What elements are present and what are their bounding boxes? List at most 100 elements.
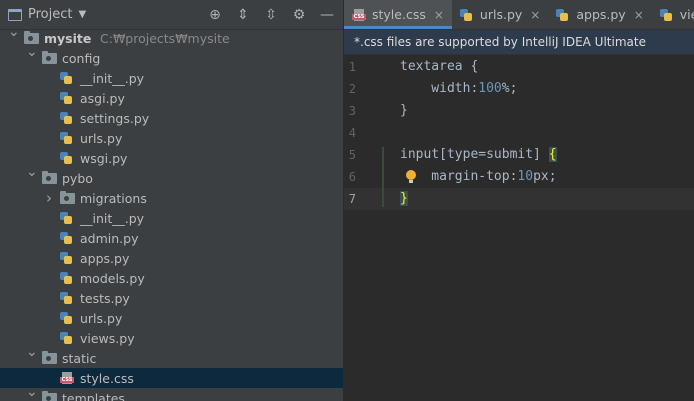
tree-item-models-py[interactable]: models.py	[0, 268, 343, 288]
code-token: }	[400, 191, 408, 206]
code-text: textarea {	[400, 56, 478, 78]
python-file-icon	[60, 272, 72, 284]
tree-item-admin-py[interactable]: admin.py	[0, 228, 343, 248]
python-file-icon	[556, 8, 570, 21]
code-token: 100	[478, 81, 502, 96]
code-line[interactable]: 5 input[type=submit] {	[344, 144, 694, 166]
tree-item-style-css[interactable]: CSS style.css	[0, 368, 343, 388]
line-number: 3	[348, 104, 356, 118]
python-logo-yellow	[64, 296, 72, 304]
line-number: 2	[348, 82, 356, 96]
python-logo-yellow	[64, 156, 72, 164]
tree-item-asgi-py[interactable]: asgi.py	[0, 88, 343, 108]
python-logo-yellow	[64, 96, 72, 104]
tree-item--init-py[interactable]: __init__.py	[0, 68, 343, 88]
tree-item-templates[interactable]: ⌄ templates	[0, 384, 343, 401]
project-tree: ⌄ mysite C:₩projects₩mysite ⌄ config __init__…	[0, 24, 343, 401]
tree-item-tests-py[interactable]: tests.py	[0, 288, 343, 308]
chevron-right-icon[interactable]: ›	[44, 189, 54, 207]
tab-urls-py[interactable]: urls.py ×	[452, 0, 548, 29]
tree-item-wsgi-py[interactable]: wsgi.py	[0, 148, 343, 168]
folder-dot	[46, 396, 51, 401]
python-logo-yellow	[560, 12, 569, 21]
chevron-down-icon[interactable]: ⌄	[8, 24, 20, 40]
tree-item-urls-py[interactable]: urls.py	[0, 308, 343, 328]
chevron-down-icon[interactable]: ⌄	[26, 344, 38, 360]
folder-icon	[42, 391, 57, 401]
tree-item-mysite[interactable]: ⌄ mysite C:₩projects₩mysite	[0, 24, 343, 48]
tree-item-label: mysite	[44, 30, 92, 46]
python-logo-yellow	[463, 12, 472, 21]
code-line[interactable]: 4	[344, 122, 694, 144]
close-icon[interactable]: ×	[634, 8, 644, 22]
tab-views-py[interactable]: views.py	[652, 0, 694, 29]
python-file-icon	[459, 8, 474, 21]
python-logo-yellow	[64, 76, 72, 84]
css-tag: CSS	[352, 13, 366, 20]
tree-item-label: models.py	[80, 270, 145, 286]
line-number: 5	[348, 148, 356, 162]
tree-item-apps-py[interactable]: apps.py	[0, 248, 343, 268]
code-token: %;	[501, 81, 518, 96]
code-text: input[type=submit] {	[400, 144, 557, 166]
tree-item-label: wsgi.py	[80, 150, 128, 166]
tree-item-label: pybo	[62, 170, 93, 186]
line-number: 7	[348, 192, 356, 206]
code-line[interactable]: 1 textarea {	[344, 56, 694, 78]
python-file-icon	[60, 132, 72, 144]
chevron-down-icon[interactable]: ⌄	[26, 164, 38, 180]
chevron-down-icon[interactable]: ⌄	[26, 384, 38, 400]
line-number: 4	[348, 126, 356, 140]
folder-dot	[46, 356, 51, 361]
code-token: input[type=submit]	[400, 147, 549, 162]
python-logo-yellow	[64, 136, 72, 144]
target-icon[interactable]: ⊕	[207, 7, 223, 23]
tree-item-static[interactable]: ⌄ static	[0, 344, 343, 368]
project-title[interactable]: Project	[28, 7, 72, 22]
chevron-down-icon[interactable]: ⌄	[26, 44, 38, 60]
close-icon[interactable]: ×	[530, 8, 540, 22]
code-editor[interactable]: 1 textarea {2 width:100%; 3} 4 5 input[type=s…	[344, 56, 694, 401]
code-text: margin-top:10px;	[400, 166, 557, 188]
tree-item-label: admin.py	[80, 230, 139, 246]
code-token: margin-top:	[400, 169, 518, 184]
tree-item-label: urls.py	[80, 310, 123, 326]
python-file-icon	[60, 312, 72, 324]
collapse-all-icon[interactable]: ⇳	[263, 7, 279, 23]
code-token: px;	[533, 169, 557, 184]
tree-item-pybo[interactable]: ⌄ pybo	[0, 164, 343, 188]
minimize-icon[interactable]: —	[319, 7, 335, 23]
tree-item--init-py[interactable]: __init__.py	[0, 208, 343, 228]
gear-icon[interactable]: ⚙	[291, 7, 307, 23]
close-icon[interactable]: ×	[434, 8, 444, 22]
tab-style-css[interactable]: CSS style.css ×	[344, 0, 452, 29]
python-file-icon	[60, 232, 72, 244]
code-token: width:	[400, 81, 479, 96]
folder-icon	[42, 171, 57, 184]
code-line[interactable]: 6 margin-top:10px;	[344, 166, 694, 188]
python-file-icon	[60, 212, 72, 224]
python-file-icon	[659, 8, 674, 21]
python-file-icon	[60, 112, 72, 124]
tree-item-views-py[interactable]: views.py	[0, 328, 343, 348]
css-file-icon: CSS	[60, 372, 74, 384]
tree-item-label: __init__.py	[80, 210, 145, 226]
code-line[interactable]: 2 width:100%;	[344, 78, 694, 100]
python-file-icon	[60, 252, 72, 264]
chevron-down-icon[interactable]: ▼	[78, 9, 86, 20]
folder-icon	[24, 31, 39, 44]
code-line[interactable]: 3}	[344, 100, 694, 122]
editor-tabs: CSS style.css × urls.py × apps.py × views.py	[344, 0, 694, 30]
code-line[interactable]: 7}	[344, 188, 694, 210]
tree-item-config[interactable]: ⌄ config	[0, 44, 343, 68]
tree-item-settings-py[interactable]: settings.py	[0, 108, 343, 128]
project-path: C:₩projects₩mysite	[100, 30, 230, 46]
tab-apps-py[interactable]: apps.py ×	[548, 0, 651, 29]
css-tag: CSS	[60, 377, 74, 383]
python-logo-yellow	[64, 316, 72, 324]
tree-item-migrations[interactable]: › migrations	[0, 188, 343, 208]
tree-item-urls-py[interactable]: urls.py	[0, 128, 343, 148]
expand-all-icon[interactable]: ⇕	[235, 7, 251, 23]
code-text: }	[400, 100, 408, 122]
python-logo-yellow	[663, 12, 672, 21]
